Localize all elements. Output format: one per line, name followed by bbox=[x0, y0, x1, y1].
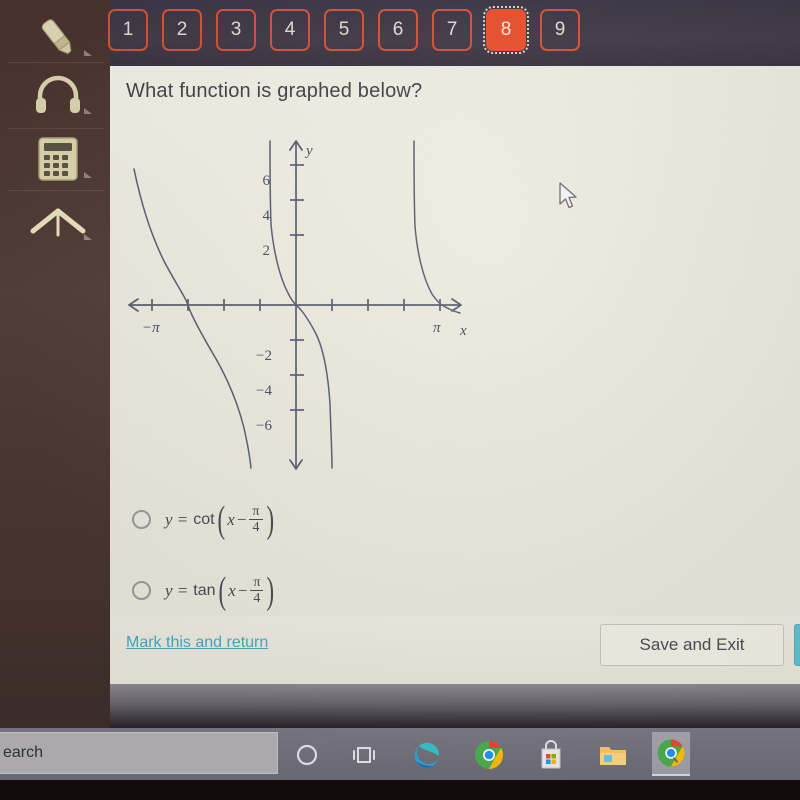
sidebar-item-calculator[interactable] bbox=[22, 128, 94, 190]
right-paren: ) bbox=[266, 569, 275, 612]
choice-a-var: x bbox=[227, 509, 235, 529]
question-tab-8[interactable]: 8 bbox=[483, 6, 529, 54]
question-nav-bar: 123456789 bbox=[108, 0, 800, 66]
search-input-text: earch bbox=[3, 744, 44, 761]
expand-triangle-icon bbox=[84, 108, 92, 114]
choice-b-denominator: 4 bbox=[253, 591, 261, 607]
graph-branch-right bbox=[413, 140, 461, 314]
choice-a-op: − bbox=[236, 509, 247, 529]
radio-button-a[interactable] bbox=[132, 510, 151, 530]
windows-taskbar: earch bbox=[0, 728, 800, 780]
question-tab-4[interactable]: 4 bbox=[270, 9, 310, 51]
choice-a-function: cot bbox=[193, 510, 215, 528]
left-paren: ( bbox=[218, 569, 226, 612]
graph-branch-left bbox=[133, 168, 252, 469]
choice-a-lhs: y = bbox=[165, 509, 189, 529]
expand-triangle-icon bbox=[84, 234, 92, 240]
x-axis-label: x bbox=[459, 323, 467, 339]
question-tab-5[interactable]: 5 bbox=[324, 9, 364, 51]
question-tab-list: 123456789 bbox=[108, 6, 580, 54]
choice-option-b[interactable]: y = tan ( x − π 4 ) bbox=[132, 569, 277, 612]
next-button-partial[interactable] bbox=[794, 624, 800, 666]
assessment-panel: 123456789 What function is graphed below… bbox=[108, 0, 800, 728]
x-tick-neg-pi: −π bbox=[142, 320, 160, 336]
choice-a-fraction: π 4 bbox=[249, 504, 263, 536]
y-tick-neg6: −6 bbox=[256, 418, 272, 434]
screen: 123456789 What function is graphed below… bbox=[0, 0, 800, 800]
cotangent-graph: 6 4 2 −2 −4 −6 −π π x y bbox=[128, 140, 467, 470]
question-prompt: What function is graphed below? bbox=[126, 80, 423, 102]
headphones-icon bbox=[32, 72, 84, 118]
y-tick-6: 6 bbox=[263, 173, 271, 189]
sidebar-item-headphones[interactable] bbox=[22, 64, 94, 126]
screen-bottom-bezel bbox=[0, 780, 800, 800]
microsoft-store-icon[interactable] bbox=[532, 736, 570, 774]
chevron-up-icon bbox=[29, 201, 87, 241]
choice-b-lhs: y = bbox=[165, 580, 189, 600]
choice-b-op: − bbox=[237, 580, 248, 600]
task-view-icon[interactable] bbox=[345, 736, 383, 774]
edge-icon[interactable] bbox=[408, 736, 446, 774]
file-explorer-icon[interactable] bbox=[594, 736, 632, 774]
question-tab-1[interactable]: 1 bbox=[108, 9, 148, 51]
y-axis-label: y bbox=[304, 143, 313, 159]
right-paren: ) bbox=[266, 498, 274, 541]
highlighter-icon bbox=[33, 12, 83, 62]
choice-b-var: x bbox=[228, 580, 236, 600]
x-tick-pi: π bbox=[433, 320, 441, 336]
question-tab-3[interactable]: 3 bbox=[216, 9, 256, 51]
cortana-icon[interactable] bbox=[288, 736, 326, 774]
question-tab-7[interactable]: 7 bbox=[432, 9, 472, 51]
choice-b-function: tan bbox=[193, 581, 216, 599]
y-tick-2: 2 bbox=[263, 243, 271, 259]
radio-button-b[interactable] bbox=[132, 581, 151, 601]
choice-b-fraction: π 4 bbox=[250, 575, 264, 607]
choice-b-numerator: π bbox=[250, 575, 264, 592]
expand-triangle-icon bbox=[84, 172, 92, 178]
left-paren: ( bbox=[217, 498, 225, 541]
question-footer: Mark this and return Save and Exit bbox=[110, 616, 800, 684]
chrome-window-icon[interactable] bbox=[652, 732, 690, 776]
question-tab-2[interactable]: 2 bbox=[162, 9, 202, 51]
choice-a-math: y = cot ( x − π 4 ) bbox=[165, 498, 276, 541]
divider bbox=[8, 62, 104, 63]
graph-figure: 6 4 2 −2 −4 −6 −π π x y bbox=[120, 128, 480, 478]
chrome-icon[interactable] bbox=[470, 736, 508, 774]
taskbar-search-box[interactable]: earch bbox=[0, 732, 278, 774]
question-tab-9[interactable]: 9 bbox=[540, 9, 580, 51]
y-tick-4: 4 bbox=[263, 208, 271, 224]
sidebar-item-highlighter[interactable] bbox=[22, 6, 94, 68]
mark-this-and-return-link[interactable]: Mark this and return bbox=[126, 634, 268, 652]
save-and-exit-button[interactable]: Save and Exit bbox=[600, 624, 784, 666]
assessment-tool-rail bbox=[0, 0, 110, 728]
panel-lower-shadow bbox=[110, 684, 800, 728]
y-tick-neg4: −4 bbox=[256, 383, 272, 399]
expand-triangle-icon bbox=[84, 50, 92, 56]
sidebar-item-collapse[interactable] bbox=[22, 190, 94, 252]
question-content-area: What function is graphed below? 6 4 2 −2… bbox=[110, 66, 800, 616]
choice-a-numerator: π bbox=[249, 504, 263, 521]
calculator-icon bbox=[36, 136, 80, 182]
choice-b-math: y = tan ( x − π 4 ) bbox=[165, 569, 277, 612]
y-tick-neg2: −2 bbox=[256, 348, 272, 364]
question-tab-6[interactable]: 6 bbox=[378, 9, 418, 51]
choice-option-a[interactable]: y = cot ( x − π 4 ) bbox=[132, 498, 276, 541]
choice-a-denominator: 4 bbox=[252, 520, 260, 536]
